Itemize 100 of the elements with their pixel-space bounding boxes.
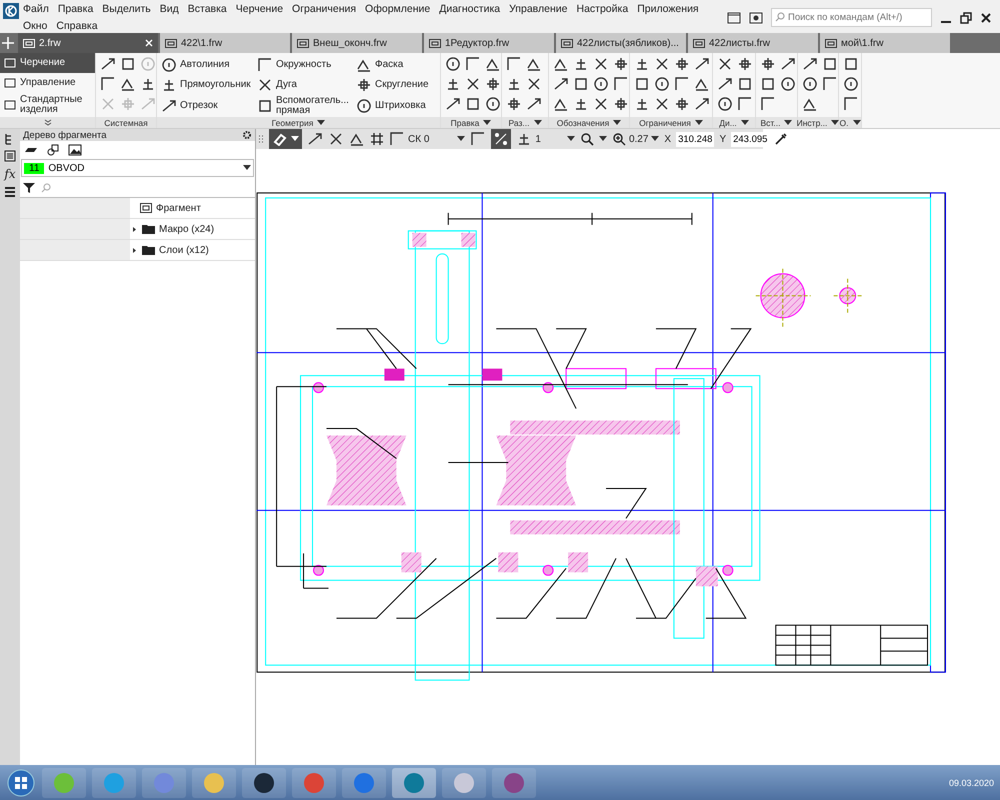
ribbon-command[interactable]: Прямоугольник — [161, 76, 253, 94]
drawing-tool-icon[interactable] — [161, 57, 177, 73]
drawing-tool-icon[interactable] — [161, 77, 177, 93]
drawing-tool-icon[interactable] — [485, 56, 501, 72]
drawing-tool-icon[interactable] — [843, 76, 859, 92]
drawing-tool-icon[interactable] — [485, 96, 501, 112]
drawing-tool-icon[interactable] — [737, 56, 753, 72]
drawing-tool-icon[interactable] — [526, 56, 542, 72]
start-button[interactable] — [6, 768, 36, 798]
caret-icon[interactable] — [740, 120, 749, 126]
drawing-tool-icon[interactable] — [654, 56, 670, 72]
command-search-field[interactable]: Поиск по командам (Alt+/) — [771, 8, 932, 27]
caret-icon[interactable] — [694, 120, 703, 126]
document-tab[interactable]: 422листы.frw — [688, 33, 818, 53]
menu-item[interactable]: Приложения — [637, 2, 699, 16]
drawing-tool-icon[interactable] — [843, 96, 859, 112]
tree-item[interactable]: Слои (x12) — [130, 240, 209, 260]
drawing-tool-icon[interactable] — [445, 56, 461, 72]
settings-icon[interactable] — [242, 130, 252, 140]
drawing-tool-icon[interactable] — [613, 96, 629, 112]
caret-icon[interactable] — [457, 136, 466, 142]
drawing-tool-icon[interactable] — [634, 96, 650, 112]
layer-dropdown[interactable]: 11 OBVOD — [21, 159, 254, 177]
snap-button[interactable] — [491, 129, 512, 149]
drawing-tool-icon[interactable] — [573, 76, 589, 92]
drawing-tool-icon[interactable] — [634, 76, 650, 92]
document-tab[interactable]: 2.frw — [18, 33, 158, 53]
caret-icon[interactable] — [483, 120, 492, 126]
menu-item[interactable]: Оформление — [365, 2, 430, 16]
ribbon-mode-tab[interactable]: Стандартные изделия — [0, 93, 95, 117]
taskbar-app-button[interactable] — [242, 768, 286, 798]
caret-icon[interactable] — [566, 136, 575, 142]
drawing-tool-icon[interactable] — [485, 76, 501, 92]
menu-item[interactable]: Файл — [23, 2, 49, 16]
menu-item[interactable]: Справка — [56, 19, 98, 33]
ribbon-command[interactable]: Штриховка — [356, 96, 436, 116]
drawing-tool-icon[interactable] — [694, 96, 710, 112]
drawing-tool-icon[interactable] — [760, 96, 776, 112]
drawing-tool-icon[interactable] — [674, 56, 690, 72]
drawing-tool-icon[interactable] — [780, 56, 796, 72]
document-tab[interactable]: 422листы(зябликов)... — [556, 33, 686, 53]
caret-icon[interactable] — [317, 120, 326, 126]
caret-icon[interactable] — [613, 120, 622, 126]
list-icon[interactable] — [4, 150, 16, 162]
drawing-tool-icon[interactable] — [140, 76, 156, 92]
drawing-tool-icon[interactable] — [613, 56, 629, 72]
document-tab[interactable]: Внеш_оконч.frw — [292, 33, 422, 53]
ribbon-command[interactable]: Окружность — [257, 56, 352, 74]
caret-icon[interactable] — [852, 120, 860, 126]
zoom-dropdown[interactable]: 0.27 — [612, 132, 660, 146]
menu-item[interactable]: Настройка — [576, 2, 628, 16]
menu-item[interactable]: Правка — [58, 2, 94, 16]
camera-icon[interactable] — [749, 12, 763, 24]
drawing-tool-icon[interactable] — [593, 76, 609, 92]
drawing-tool-icon[interactable] — [822, 76, 838, 92]
drawing-tool-icon[interactable] — [328, 131, 344, 147]
drawing-tool-icon[interactable] — [465, 56, 481, 72]
drawing-tool-icon[interactable] — [120, 56, 136, 72]
ribbon-mode-tab[interactable]: Черчение — [0, 53, 95, 73]
drawing-tool-icon[interactable] — [465, 76, 481, 92]
drawing-tool-icon[interactable] — [593, 96, 609, 112]
ribbon-mode-tab[interactable]: Управление — [0, 73, 95, 93]
drawing-tool-icon[interactable] — [802, 76, 818, 92]
drawing-tool-icon[interactable] — [356, 77, 372, 93]
drawing-tool-icon[interactable] — [760, 76, 776, 92]
expand-icon[interactable] — [44, 119, 52, 126]
document-tab[interactable]: 422\1.frw — [160, 33, 290, 53]
magnet-snap-button[interactable] — [269, 129, 302, 149]
coordinate-system-dropdown[interactable]: СК 0 — [389, 131, 466, 147]
menu-item[interactable]: Вставка — [188, 2, 227, 16]
drawing-tool-icon[interactable] — [593, 56, 609, 72]
drawing-tool-icon[interactable] — [694, 56, 710, 72]
drawing-tool-icon[interactable] — [573, 56, 589, 72]
drawing-tool-icon[interactable] — [634, 56, 650, 72]
drawing-tool-icon[interactable] — [613, 76, 629, 92]
filter-icon[interactable] — [23, 182, 35, 194]
caret-icon[interactable] — [598, 136, 607, 142]
drawing-tool-icon[interactable] — [506, 76, 522, 92]
x-coordinate-field[interactable]: 310.248 — [676, 132, 714, 146]
caret-icon[interactable] — [651, 136, 660, 142]
taskbar-app-button[interactable] — [492, 768, 536, 798]
drawing-tool-icon[interactable] — [257, 77, 273, 93]
drawing-tool-icon[interactable] — [654, 76, 670, 92]
y-coordinate-field[interactable]: 243.095 — [731, 132, 770, 146]
ribbon-command[interactable]: Вспомогатель... прямая — [257, 96, 352, 116]
menu-item[interactable]: Окно — [23, 19, 48, 33]
caret-icon[interactable] — [534, 120, 542, 126]
ribbon-command[interactable]: Отрезок — [161, 96, 253, 116]
drawing-tool-icon[interactable] — [737, 76, 753, 92]
document-tab[interactable]: мой\1.frw — [820, 33, 950, 53]
drawing-tool-icon[interactable] — [307, 131, 323, 147]
drawing-tool-icon[interactable] — [257, 98, 273, 114]
drawing-tool-icon[interactable] — [654, 96, 670, 112]
drawing-tool-icon[interactable] — [553, 96, 569, 112]
drawing-tool-icon[interactable] — [843, 56, 859, 72]
document-tab[interactable]: 1Редуктор.frw — [424, 33, 554, 53]
drawing-tool-icon[interactable] — [506, 96, 522, 112]
expand-arrow-icon[interactable] — [131, 226, 138, 232]
drawing-tool-icon[interactable] — [780, 76, 796, 92]
drawing-tool-icon[interactable] — [100, 56, 116, 72]
